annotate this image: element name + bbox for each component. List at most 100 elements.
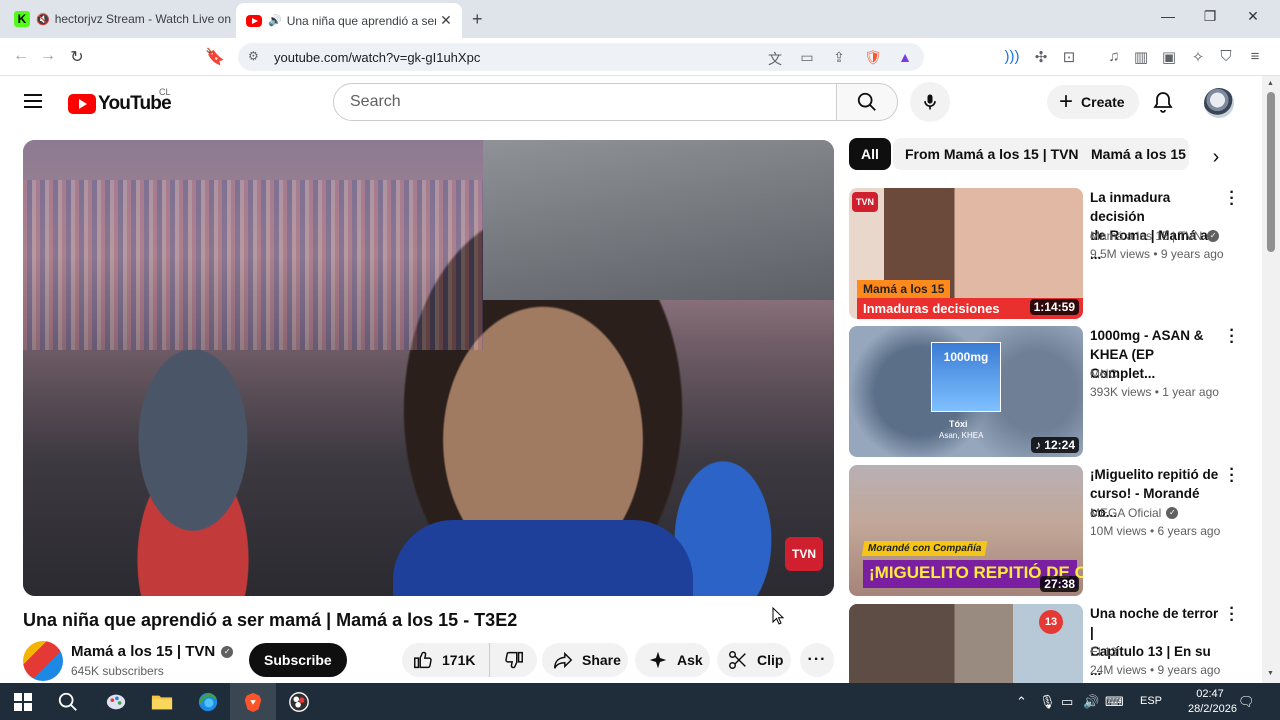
file-explorer-icon[interactable] — [149, 689, 175, 715]
kebab-menu-icon[interactable]: · · · — [1227, 604, 1237, 629]
kebab-menu-icon[interactable]: · · · — [1227, 462, 1237, 490]
share-page-icon[interactable]: ⇪ — [830, 49, 848, 66]
title-line: 1000mg - ASAN & — [1090, 328, 1204, 343]
sidebar-icon[interactable]: ▥ — [1131, 48, 1151, 66]
audio-extension-icon[interactable]: ))) — [1002, 48, 1022, 65]
share-arrow-icon — [554, 651, 573, 669]
recommendation-channel[interactable]: MEGA Oficial ✓ — [1090, 506, 1179, 520]
kebab-menu-icon[interactable]: · · · — [1227, 323, 1237, 351]
cast-icon[interactable]: ▭ — [798, 49, 816, 66]
video-thumbnail[interactable]: 1000mg Tóxi Asan, KHEA ♪ 12:24 — [849, 326, 1083, 457]
title-line: Una noche de terror | — [1090, 606, 1219, 640]
input-language[interactable]: ESP — [1140, 695, 1162, 707]
more-actions-icon[interactable]: ··· — [800, 643, 834, 677]
recommendation-item[interactable]: 13 Una noche de terror | Capítulo 13 | E… — [849, 604, 1249, 683]
duration-badge: 1:14:59 — [1029, 299, 1079, 315]
system-clock[interactable]: 02:47 28/2/2026 — [1188, 687, 1237, 717]
voice-search-button[interactable] — [910, 82, 950, 122]
notifications-icon[interactable]: 🗨 — [1238, 694, 1255, 710]
like-button[interactable]: 171K — [402, 643, 490, 677]
browser-tab-kick[interactable]: K 🔇 hectorjvz Stream - Watch Live on — [6, 5, 232, 33]
back-icon[interactable]: ← — [11, 47, 31, 65]
new-tab-icon[interactable]: + — [472, 9, 483, 30]
notifications-bell-icon[interactable] — [1151, 90, 1175, 114]
video-thumbnail[interactable]: Morandé con Compañía ¡MIGUELITO REPITIÓ … — [849, 465, 1083, 596]
brave-rewards-icon[interactable]: ▲ — [896, 49, 914, 65]
kebab-menu-icon[interactable]: · · · — [1227, 185, 1237, 213]
close-window-icon[interactable]: ✕ — [1241, 8, 1265, 25]
brave-browser-icon[interactable] — [240, 689, 266, 715]
scrollbar-thumb[interactable] — [1267, 92, 1275, 252]
thumb-caption: Asan, KHEA — [939, 431, 984, 440]
channel-name: MNC — [1090, 367, 1118, 381]
video-thumbnail[interactable]: 13 — [849, 604, 1083, 683]
search-input[interactable] — [333, 83, 837, 121]
dislike-button[interactable] — [490, 649, 537, 671]
recommendation-item[interactable]: 1000mg Tóxi Asan, KHEA ♪ 12:24 1000mg - … — [849, 323, 1249, 459]
youtube-logo[interactable]: YouTube CL — [68, 87, 172, 115]
speaker-icon[interactable]: 🔊 — [268, 14, 282, 27]
address-bar[interactable]: ⚙ youtube.com/watch?v=gk-gI1uhXpc 文 ▭ ⇪ … — [238, 43, 924, 71]
chip-all[interactable]: All — [849, 138, 891, 170]
ask-button[interactable]: Ask — [635, 643, 710, 677]
scissors-icon — [729, 651, 746, 669]
recommendation-channel[interactable]: MNC — [1090, 367, 1117, 381]
account-avatar[interactable] — [1204, 88, 1234, 118]
video-title: Una niña que aprendió a ser mamá | Mamá … — [23, 610, 518, 630]
screenshot-icon[interactable]: ⊡ — [1059, 48, 1079, 66]
clock-date: 28/2/2026 — [1188, 703, 1237, 715]
search-taskbar-icon[interactable] — [55, 689, 81, 715]
subscribe-button[interactable]: Subscribe — [249, 643, 347, 677]
page-scrollbar[interactable]: ▲ ▼ — [1262, 76, 1280, 683]
microphone-tray-icon[interactable]: 🎙 — [1039, 694, 1056, 710]
video-player[interactable]: TVN — [23, 140, 834, 596]
magnifier-icon — [58, 692, 77, 711]
chip-from-channel[interactable]: From Mamá a los 15 | TVN — [893, 138, 1091, 170]
muted-speaker-icon[interactable]: 🔇 — [36, 13, 50, 26]
recommendation-channel[interactable]: Mamá a los 15 | TVN ✓ — [1090, 229, 1220, 243]
leo-ai-icon[interactable]: ✧ — [1188, 48, 1208, 66]
music-icon[interactable]: ♫ — [1104, 48, 1124, 65]
scroll-down-icon[interactable]: ▼ — [1267, 670, 1274, 677]
share-button[interactable]: Share — [542, 643, 628, 677]
video-thumbnail[interactable]: TVN Mamá a los 15 Inmaduras decisiones 1… — [849, 188, 1083, 319]
translate-icon[interactable]: 文 — [766, 49, 784, 69]
scroll-up-icon[interactable]: ▲ — [1267, 80, 1274, 87]
windows-start-icon[interactable] — [10, 689, 36, 715]
thumbs-down-icon — [504, 651, 523, 669]
close-tab-icon[interactable]: ✕ — [436, 12, 456, 29]
vpn-icon[interactable]: ⛉ — [1216, 48, 1236, 65]
create-button[interactable]: + Create — [1047, 85, 1139, 119]
tray-chevron-up-icon[interactable]: ⌃ — [1016, 694, 1027, 710]
recommendation-item[interactable]: TVN Mamá a los 15 Inmaduras decisiones 1… — [849, 185, 1249, 321]
search-box — [333, 83, 898, 121]
recommendation-channel[interactable]: El 13 — [1090, 645, 1117, 659]
clip-button[interactable]: Clip — [717, 643, 791, 677]
volume-icon[interactable]: 🔊 — [1083, 694, 1099, 710]
channel-name-link[interactable]: Mamá a los 15 | TVN ✓ — [71, 643, 234, 660]
recommendation-item[interactable]: Morandé con Compañía ¡MIGUELITO REPITIÓ … — [849, 462, 1249, 598]
edge-icon[interactable] — [195, 689, 221, 715]
extensions-icon[interactable]: ✣ — [1031, 48, 1051, 66]
music-note-icon: ♪ — [1034, 438, 1045, 452]
bookmark-icon[interactable]: 🔖 — [205, 47, 225, 67]
site-settings-icon[interactable]: ⚙ — [248, 49, 259, 63]
brave-shields-icon[interactable]: 🛡 — [864, 49, 882, 66]
forward-icon[interactable]: → — [38, 47, 58, 65]
network-icon[interactable]: ▭ — [1061, 694, 1073, 710]
search-button[interactable] — [836, 83, 898, 121]
chevron-right-icon[interactable]: › — [1204, 146, 1228, 170]
restore-icon[interactable]: ❐ — [1198, 8, 1222, 25]
keyboard-icon[interactable]: ⌨ — [1105, 694, 1124, 710]
browser-tab-youtube[interactable]: 🔊 Una niña que aprendió a ser m ✕ — [236, 3, 462, 38]
chip-mama-a-los-15[interactable]: Mamá a los 15 — [1079, 138, 1189, 170]
minimize-icon[interactable]: — — [1156, 8, 1180, 24]
browser-menu-icon[interactable]: ≡ — [1245, 48, 1265, 65]
wallet-icon[interactable]: ▣ — [1159, 48, 1179, 66]
reload-icon[interactable]: ↻ — [67, 47, 87, 67]
channel-avatar[interactable] — [23, 641, 63, 681]
channel-name: Mamá a los 15 | TVN — [1090, 229, 1203, 243]
app-taskbar-icon[interactable] — [103, 689, 129, 715]
obs-icon[interactable] — [286, 689, 312, 715]
guide-menu-icon[interactable] — [24, 94, 42, 108]
